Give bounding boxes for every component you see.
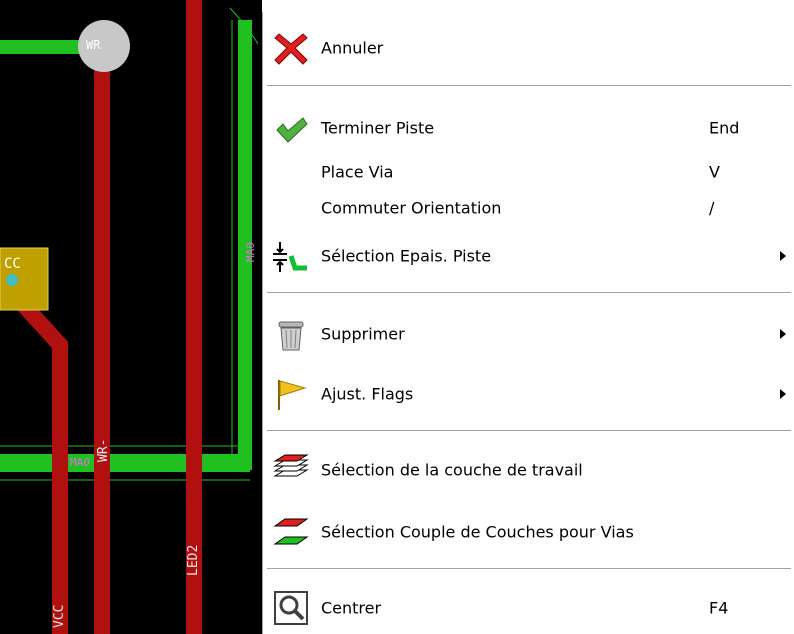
context-menu: Annuler Terminer Piste End Place Via V C… [262, 12, 794, 634]
menu-item-centrer[interactable]: Centrer F4 [263, 588, 794, 628]
wr-track-label: WR- [96, 438, 111, 462]
wr-pad-label: WR [86, 38, 101, 52]
menu-separator [267, 292, 791, 294]
layer-stack-icon [273, 452, 309, 488]
yellow-flag-icon [273, 376, 309, 412]
trash-can-icon [273, 316, 309, 352]
menu-item-label: Terminer Piste [321, 118, 435, 138]
menu-item-label: Supprimer [321, 324, 405, 344]
submenu-arrow-icon [780, 329, 786, 339]
submenu-arrow-icon [780, 389, 786, 399]
menu-item-annuler[interactable]: Annuler [263, 28, 794, 68]
menu-item-label: Ajust. Flags [321, 384, 414, 404]
layer-pair-icon [273, 514, 309, 550]
menu-item-commuter-orientation[interactable]: Commuter Orientation / [263, 190, 794, 226]
menu-item-supprimer[interactable]: Supprimer [263, 314, 794, 354]
menu-item-shortcut: End [709, 118, 740, 138]
menu-item-label: Sélection Epais. Piste [321, 246, 492, 266]
led2-track-label: LED2 [186, 544, 201, 576]
menu-item-ajust-flags[interactable]: Ajust. Flags [263, 374, 794, 414]
submenu-arrow-icon [780, 251, 786, 261]
red-x-cancel-icon [273, 30, 309, 66]
menu-item-label: Commuter Orientation [321, 198, 502, 218]
menu-item-place-via[interactable]: Place Via V [263, 154, 794, 190]
menu-item-selection-couple-couches-vias[interactable]: Sélection Couple de Couches pour Vias [263, 512, 794, 552]
ma0-track-label: MA0 [70, 456, 90, 469]
green-check-icon [273, 112, 309, 148]
menu-separator [267, 85, 791, 87]
cc-pad-label: CC [4, 256, 21, 272]
menu-item-shortcut: F4 [709, 598, 729, 618]
pcb-canvas[interactable]: WR WR- MA0 MA0 CC LED2 VCC [0, 0, 262, 634]
menu-item-label: Place Via [321, 162, 394, 182]
menu-item-selection-epais-piste[interactable]: Sélection Epais. Piste [263, 236, 794, 276]
ma0-side-label: MA0 [244, 242, 257, 262]
zoom-center-icon [273, 590, 309, 626]
track-width-icon [271, 238, 307, 274]
menu-item-selection-couche-travail[interactable]: Sélection de la couche de travail [263, 450, 794, 490]
menu-item-label: Sélection de la couche de travail [321, 460, 583, 480]
menu-separator [267, 568, 791, 570]
menu-item-shortcut: / [709, 198, 715, 218]
menu-item-label: Centrer [321, 598, 382, 618]
top-window-strip [262, 0, 794, 12]
menu-item-label: Sélection Couple de Couches pour Vias [321, 522, 634, 542]
pcb-board-graphics [0, 0, 259, 634]
menu-item-label: Annuler [321, 38, 384, 58]
vcc-track-label: VCC [52, 604, 67, 628]
menu-item-shortcut: V [709, 162, 720, 182]
menu-item-terminer-piste[interactable]: Terminer Piste End [263, 108, 794, 148]
menu-separator [267, 430, 791, 432]
